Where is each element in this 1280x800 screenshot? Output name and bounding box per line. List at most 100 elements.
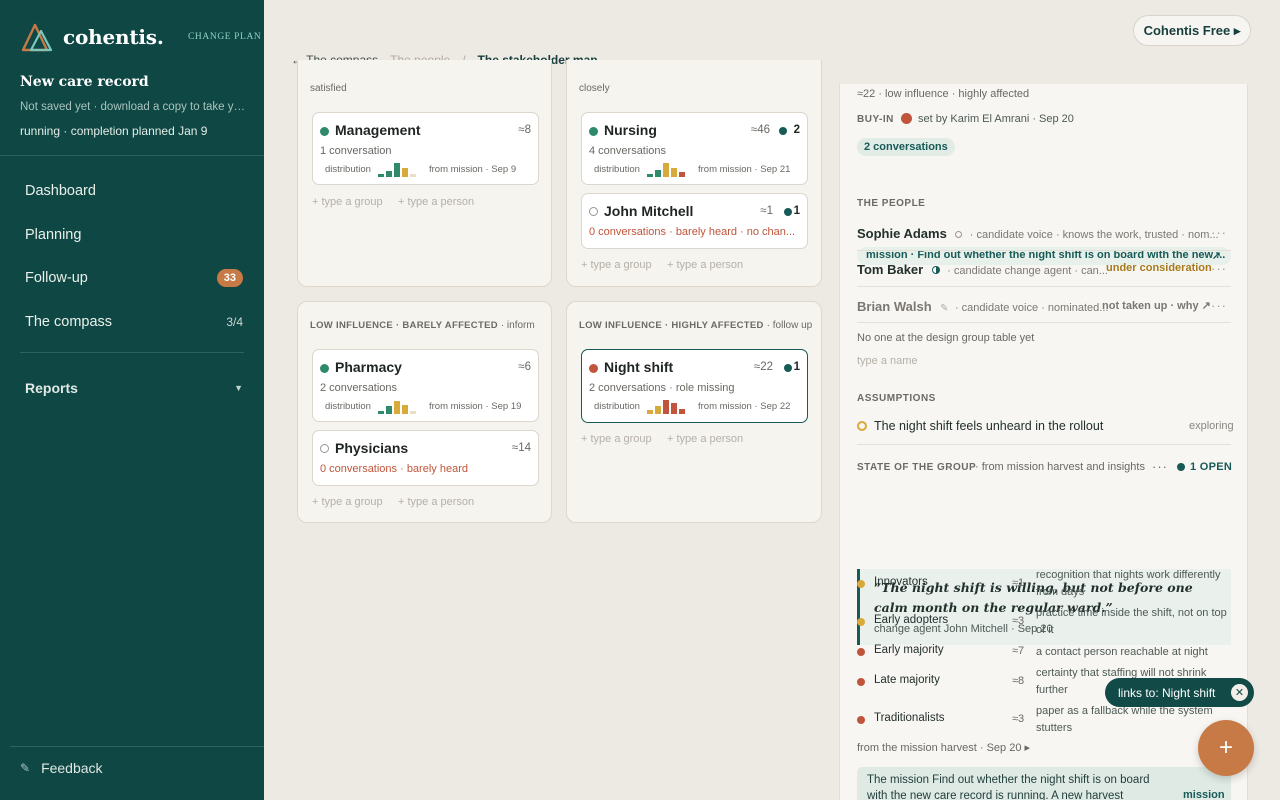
- segment-dot: [857, 716, 865, 724]
- state-more-icon[interactable]: ···: [1152, 459, 1168, 474]
- reports-toggle[interactable]: Reports ▼: [25, 380, 243, 396]
- add-person-link[interactable]: + type a person: [667, 259, 743, 271]
- add-group-link[interactable]: + type a group: [581, 259, 652, 271]
- card-conversations: 0 conversations · barely heard · no chan…: [589, 226, 796, 238]
- bar: [378, 411, 384, 414]
- sidebar: cohentis. CHANGE PLAN New care record No…: [0, 0, 264, 800]
- mission-banner-link[interactable]: mission ↗: [1183, 789, 1231, 800]
- bar: [663, 400, 669, 414]
- add-group-link[interactable]: + type a group: [581, 433, 652, 445]
- group-card-management[interactable]: Management ≈8 1 conversation distributio…: [312, 112, 539, 185]
- card-conversations: 2 conversations: [320, 382, 398, 394]
- brand-name: cohentis.: [63, 25, 164, 49]
- state-header: STATE OF THE GROUP: [857, 462, 977, 473]
- close-icon[interactable]: ✕: [1231, 684, 1248, 701]
- bar: [671, 403, 677, 414]
- design-group-note: No one at the design group table yet: [857, 332, 1035, 344]
- record-save-hint[interactable]: Not saved yet · download a copy to take …: [20, 101, 248, 113]
- add-fab-button[interactable]: +: [1198, 720, 1254, 776]
- change-plan-link[interactable]: CHANGE PLAN: [188, 32, 261, 42]
- card-source: from mission · Sep 19: [429, 401, 522, 412]
- divider: [857, 250, 1231, 251]
- conversations-tag[interactable]: 2 conversations: [857, 138, 955, 156]
- divider: [857, 322, 1231, 323]
- segment-note: recognition that nights work differently…: [1036, 569, 1221, 598]
- nav-dashboard[interactable]: Dashboard: [25, 183, 243, 199]
- link-filter-chip: links to: Night shift ✕: [1105, 678, 1254, 707]
- group-card-night-shift[interactable]: Night shift ≈22 1 2 conversations · role…: [581, 349, 808, 423]
- harvest-link[interactable]: from the mission harvest · Sep 20 ▸: [857, 741, 1030, 754]
- person-description: · candidate voice · knows the work, trus…: [969, 229, 1219, 241]
- quadrant-label: LOW INFLUENCE · HIGHLY AFFECTED · follow…: [579, 320, 813, 331]
- segment-name: Innovators: [874, 576, 928, 588]
- card-source: from mission · Sep 22: [698, 401, 791, 412]
- distribution-bars: [378, 161, 416, 177]
- bar: [671, 168, 677, 177]
- open-count: 1: [793, 361, 800, 373]
- bar: [655, 170, 661, 177]
- card-size: ≈8: [518, 124, 531, 136]
- more-icon[interactable]: ···: [1211, 225, 1227, 240]
- brand[interactable]: cohentis.: [20, 22, 164, 52]
- quadrant-keep-satisfied: satisfied Management ≈8 1 conversation d…: [297, 60, 552, 287]
- more-icon[interactable]: ···: [1211, 261, 1227, 276]
- group-card-physicians[interactable]: Physicians ≈14 0 conversations · barely …: [312, 430, 539, 486]
- distribution-bars: [647, 161, 685, 177]
- buyin-empty-icon: [955, 231, 963, 238]
- reports-label: Reports: [25, 380, 78, 396]
- people-header: THE PEOPLE: [857, 198, 926, 209]
- person-row[interactable]: Tom Baker · candidate change agent · can…: [857, 261, 1231, 279]
- open-count[interactable]: 1 OPEN: [1190, 461, 1232, 473]
- more-icon[interactable]: ···: [1211, 298, 1227, 313]
- card-source: from mission · Sep 9: [429, 164, 517, 175]
- bar: [679, 172, 685, 177]
- cohentis-logo-icon: [21, 23, 53, 52]
- segment-count: ≈8: [1012, 675, 1025, 687]
- card-title: Nursing: [604, 122, 657, 138]
- person-row[interactable]: Sophie Adams · candidate voice · knows t…: [857, 225, 1231, 243]
- person-row[interactable]: Brian Walsh ✎ · candidate voice · nomina…: [857, 298, 1231, 316]
- add-person-link[interactable]: + type a person: [398, 496, 474, 508]
- person-card-john-mitchell[interactable]: John Mitchell ≈1 1 0 conversations · bar…: [581, 193, 808, 249]
- distribution-label: distribution: [325, 164, 371, 175]
- bar: [655, 406, 661, 414]
- quadrant-label: closely: [579, 83, 610, 94]
- add-person-link[interactable]: + type a person: [398, 196, 474, 208]
- open-dot: [784, 364, 792, 372]
- group-card-pharmacy[interactable]: Pharmacy ≈6 2 conversations distribution…: [312, 349, 539, 422]
- nav-follow-up[interactable]: Follow-up 33: [25, 269, 243, 287]
- person-description: · candidate change agent · can...: [947, 265, 1108, 277]
- distribution-label: distribution: [594, 164, 640, 175]
- segment-dot: [857, 648, 865, 656]
- distribution-bars: [647, 398, 685, 414]
- segment-count: ≈3: [1012, 615, 1025, 627]
- card-title: Management: [335, 122, 421, 138]
- distribution-label: distribution: [594, 401, 640, 412]
- sidebar-divider: [20, 352, 244, 353]
- bar: [394, 163, 400, 177]
- add-group-link[interactable]: + type a group: [312, 196, 383, 208]
- pencil-icon: ✎: [940, 303, 949, 314]
- bar: [402, 405, 408, 414]
- add-person-link[interactable]: + type a person: [667, 433, 743, 445]
- bar: [402, 168, 408, 177]
- nav-planning[interactable]: Planning: [25, 227, 243, 243]
- record-status: running · completion planned Jan 9: [20, 124, 208, 138]
- person-description: · candidate voice · nominated...: [954, 302, 1109, 314]
- buyin-dot: [320, 364, 329, 373]
- person-status[interactable]: not taken up · why ↗: [1102, 299, 1211, 312]
- group-card-nursing[interactable]: Nursing ≈46 2 4 conversations distributi…: [581, 112, 808, 185]
- add-group-link[interactable]: + type a group: [312, 496, 383, 508]
- card-source: from mission · Sep 21: [698, 164, 791, 175]
- assumption-text[interactable]: The night shift feels unheard in the rol…: [874, 419, 1103, 433]
- nav-planning-label: Planning: [25, 227, 82, 243]
- bar: [663, 163, 669, 177]
- bar: [410, 174, 416, 177]
- buyin-dot[interactable]: [901, 113, 912, 124]
- nav-compass[interactable]: The compass 3/4: [25, 314, 243, 330]
- record-title: New care record: [20, 74, 149, 90]
- name-input[interactable]: type a name: [857, 355, 918, 367]
- feedback-link[interactable]: ✎ Feedback: [20, 760, 103, 776]
- assumption-status: exploring: [1189, 420, 1234, 432]
- plan-button[interactable]: Cohentis Free ▸: [1133, 15, 1251, 46]
